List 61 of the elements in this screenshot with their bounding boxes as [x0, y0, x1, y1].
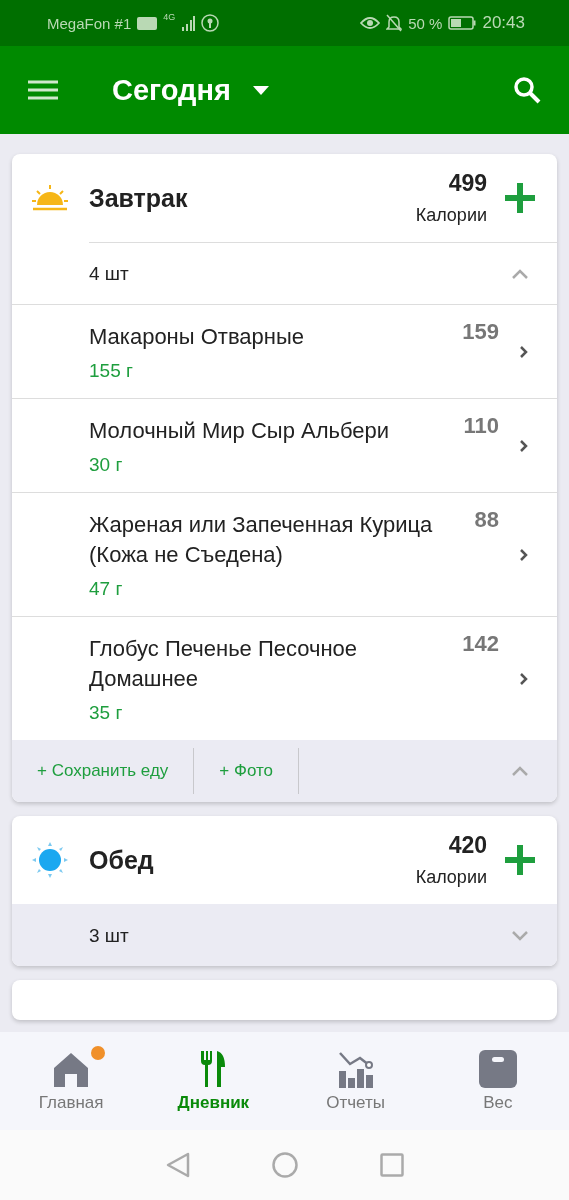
calorie-label: Калории	[415, 867, 487, 888]
menu-icon[interactable]	[28, 80, 58, 100]
food-row[interactable]: Жареная или Запеченная Курица (Кожа не Съедена) 47 г 88	[12, 492, 557, 616]
food-row[interactable]: Макароны Отварные 155 г 159	[12, 304, 557, 398]
food-name: Молочный Мир Сыр Альбери	[89, 416, 391, 445]
nav-tab[interactable]: Главная	[0, 1032, 143, 1130]
carrier-name: MegaFon #1	[47, 14, 132, 32]
dropdown-caret-icon[interactable]	[252, 85, 269, 95]
food-name: Макароны Отварные	[89, 322, 305, 351]
chevron-right-icon	[519, 344, 529, 359]
chevron-right-icon	[519, 547, 529, 562]
food-amount: 35 г	[89, 701, 124, 724]
item-count: 4 шт	[89, 262, 129, 285]
footer-action-link[interactable]: + Фото	[194, 748, 300, 794]
food-calories: 110	[463, 413, 499, 439]
calorie-total: 420	[448, 832, 487, 859]
calorie-total: 499	[448, 170, 487, 197]
item-count: 3 шт	[89, 924, 129, 947]
collapse-icon[interactable]	[511, 765, 529, 777]
add-icon[interactable]	[503, 843, 537, 877]
food-amount: 155 г	[89, 359, 134, 382]
search-icon[interactable]	[513, 76, 541, 104]
expand-icon[interactable]	[511, 929, 529, 942]
food-row[interactable]: Молочный Мир Сыр Альбери 30 г 110	[12, 398, 557, 492]
food-calories: 88	[474, 507, 499, 533]
food-calories: 142	[462, 631, 499, 657]
meal-title: Завтрак	[89, 183, 189, 213]
nav-tab[interactable]: Вес	[426, 1032, 569, 1130]
signal-icon	[181, 15, 196, 31]
add-icon[interactable]	[503, 181, 537, 215]
collapse-icon[interactable]	[511, 267, 529, 280]
chevron-right-icon	[519, 671, 529, 686]
network-type: 4G	[163, 12, 176, 22]
sun-icon	[31, 841, 69, 879]
food-amount: 30 г	[89, 453, 124, 476]
eye-icon	[360, 16, 381, 30]
food-calories: 159	[462, 319, 499, 345]
footer-action-link[interactable]: + Сохранить еду	[12, 748, 195, 794]
clock: 20:43	[482, 13, 525, 33]
volte-icon	[137, 16, 158, 30]
chart-icon	[336, 1050, 375, 1088]
fork-knife-icon	[199, 1049, 228, 1089]
food-name: Глобус Печенье Песочное Домашнее	[89, 634, 359, 693]
meal-title: Обед	[89, 845, 155, 875]
food-name: Жареная или Запеченная Курица (Кожа не Съедена)	[89, 510, 434, 569]
scale-icon	[478, 1050, 517, 1088]
recents-icon[interactable]	[379, 1153, 404, 1177]
home-icon	[52, 1050, 91, 1088]
chevron-right-icon	[519, 438, 529, 453]
nav-tab[interactable]: Дневник	[142, 1032, 285, 1130]
lock-icon	[201, 14, 220, 32]
calorie-label: Калории	[415, 205, 487, 226]
food-amount: 47 г	[89, 577, 124, 600]
sunrise-icon	[31, 183, 69, 213]
battery-percent: 50 %	[408, 14, 443, 32]
nav-tab[interactable]: Отчеты	[284, 1032, 427, 1130]
home-button-icon[interactable]	[271, 1152, 298, 1178]
date-title[interactable]: Сегодня	[112, 73, 231, 107]
battery-icon	[448, 16, 477, 30]
bell-off-icon	[386, 14, 403, 32]
back-icon[interactable]	[165, 1152, 190, 1178]
